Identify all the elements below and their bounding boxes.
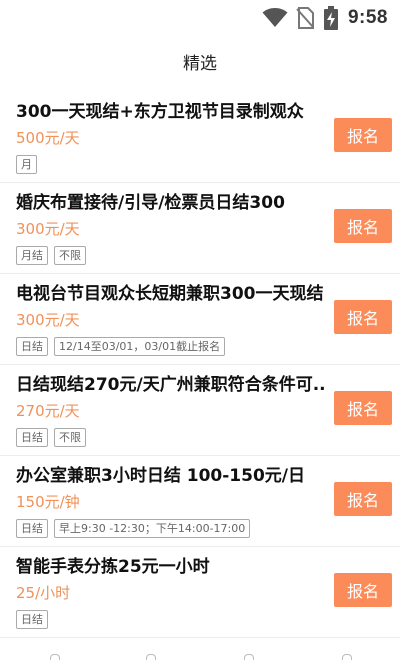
job-list-item[interactable]: 办公室兼职3小时日结 100-150元/日 150元/钟 日结 早上9:30 -… <box>0 456 400 547</box>
job-list: 300一天现结+东方卫视节目录制观众 500元/天 月 报名 婚庆布置接待/引导… <box>0 92 400 638</box>
job-list-item[interactable]: 智能手表分拣25元一小时 25/小时 日结 报名 <box>0 547 400 638</box>
job-tag: 早上9:30 -12:30；下午14:00-17:00 <box>54 519 251 538</box>
job-tag: 月结 <box>16 246 48 265</box>
bottom-navigation-peek <box>0 654 400 660</box>
job-tag: 月 <box>16 155 37 174</box>
job-tag: 不限 <box>54 246 86 265</box>
page-title: 精选 <box>183 54 217 74</box>
status-icons: 9:58 <box>262 4 388 32</box>
job-tag: 日结 <box>16 428 48 447</box>
wifi-icon <box>262 8 288 27</box>
job-tag: 日结 <box>16 519 48 538</box>
signup-button[interactable]: 报名 <box>334 300 392 334</box>
signup-button[interactable]: 报名 <box>334 209 392 243</box>
job-tags: 日结 早上9:30 -12:30；下午14:00-17:00 <box>16 519 251 538</box>
no-sim-icon <box>296 7 314 29</box>
job-list-item[interactable]: 日结现结270元/天广州兼职符合条件可.. 270元/天 日结 不限 报名 <box>0 365 400 456</box>
job-list-item[interactable]: 婚庆布置接待/引导/检票员日结300 300元/天 月结 不限 报名 <box>0 183 400 274</box>
job-tags: 日结 不限 <box>16 428 86 447</box>
job-tags: 月结 不限 <box>16 246 86 265</box>
job-pay: 300元/天 <box>16 220 80 238</box>
job-tag: 日结 <box>16 337 48 356</box>
job-list-item[interactable]: 电视台节目观众长短期兼职300一天现结 300元/天 日结 12/14至03/0… <box>0 274 400 365</box>
nav-icon-peek <box>244 654 254 660</box>
job-title: 办公室兼职3小时日结 100-150元/日 <box>16 466 305 486</box>
job-pay: 300元/天 <box>16 311 80 329</box>
page-header: 精选 <box>0 46 400 82</box>
status-bar: 9:58 <box>0 0 400 36</box>
job-tags: 月 <box>16 155 37 174</box>
job-title: 日结现结270元/天广州兼职符合条件可.. <box>16 375 326 395</box>
signup-button[interactable]: 报名 <box>334 482 392 516</box>
job-pay: 150元/钟 <box>16 493 80 511</box>
job-list-item[interactable]: 300一天现结+东方卫视节目录制观众 500元/天 月 报名 <box>0 92 400 183</box>
screen: 9:58 精选 300一天现结+东方卫视节目录制观众 500元/天 月 报名 婚… <box>0 0 400 660</box>
job-pay: 25/小时 <box>16 584 71 602</box>
job-pay: 270元/天 <box>16 402 80 420</box>
status-time: 9:58 <box>347 7 388 28</box>
nav-icon-peek <box>342 654 352 660</box>
signup-button[interactable]: 报名 <box>334 391 392 425</box>
job-tags: 日结 <box>16 610 48 629</box>
job-tags: 日结 12/14至03/01，03/01截止报名 <box>16 337 226 356</box>
signup-button[interactable]: 报名 <box>334 118 392 152</box>
battery-charging-icon <box>323 6 338 30</box>
job-tag: 日结 <box>16 610 48 629</box>
job-title: 婚庆布置接待/引导/检票员日结300 <box>16 193 285 213</box>
job-tag: 12/14至03/01，03/01截止报名 <box>54 337 226 356</box>
job-title: 电视台节目观众长短期兼职300一天现结 <box>16 284 324 304</box>
job-title: 300一天现结+东方卫视节目录制观众 <box>16 102 304 122</box>
signup-button[interactable]: 报名 <box>334 573 392 607</box>
nav-icon-peek <box>146 654 156 660</box>
job-tag: 不限 <box>54 428 86 447</box>
nav-icon-peek <box>50 654 60 660</box>
job-title: 智能手表分拣25元一小时 <box>16 557 210 577</box>
job-pay: 500元/天 <box>16 129 80 147</box>
